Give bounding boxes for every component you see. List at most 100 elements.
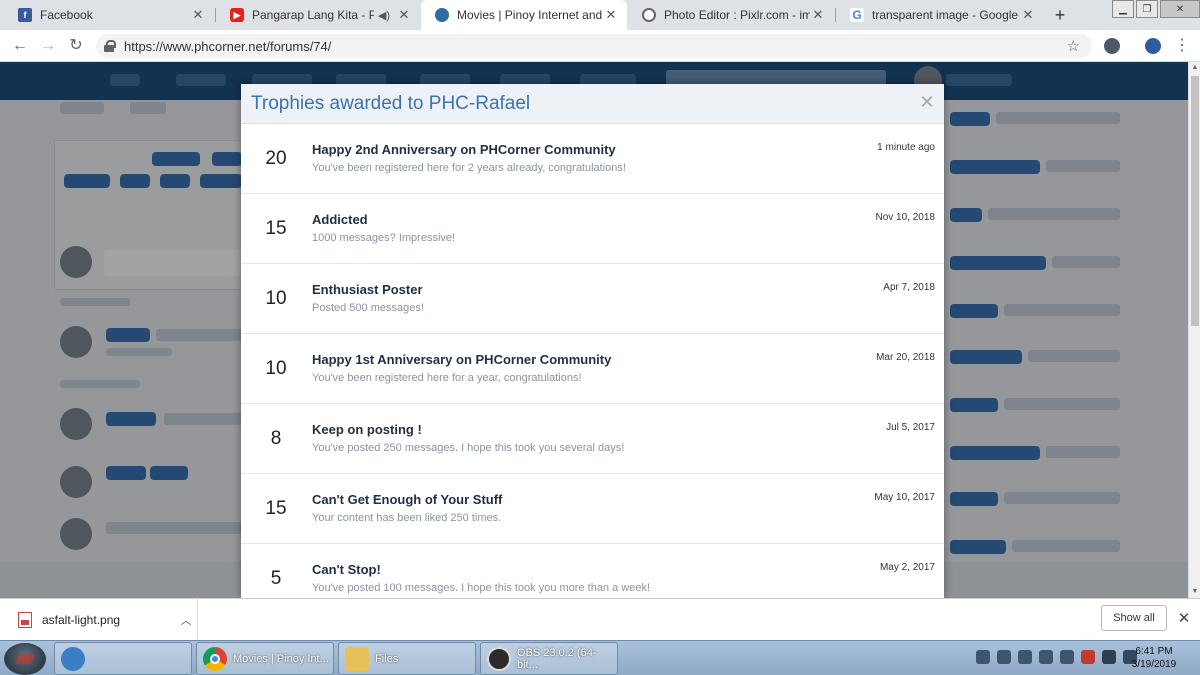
tab-youtube[interactable]: ▶ Pangarap Lang Kita - Paroky ◀) ✕ (216, 0, 420, 30)
trophy-title: Happy 1st Anniversary on PHCorner Commun… (312, 352, 612, 367)
download-file-name[interactable]: asfalt-light.png (42, 613, 175, 627)
tray-app-icon[interactable] (976, 650, 990, 664)
taskbar-button-obs[interactable]: OBS 23.0.2 (64-bit... (480, 642, 618, 675)
url-text[interactable]: https://www.phcorner.net/forums/74/ (124, 39, 331, 54)
trophy-title: Keep on posting ! (312, 422, 422, 437)
close-icon[interactable]: ✕ (1176, 609, 1192, 627)
scroll-down-icon[interactable]: ▼ (1189, 586, 1200, 598)
overlay-title: Trophies awarded to PHC-Rafael (251, 93, 531, 114)
image-file-icon (18, 612, 32, 628)
tab-title: transparent image - Google Sear (872, 8, 1020, 22)
menu-icon[interactable]: ⋮ (1172, 36, 1192, 56)
trophy-item: 10 Happy 1st Anniversary on PHCorner Com… (241, 334, 944, 404)
trophy-description: You've been registered here for a year, … (312, 372, 582, 384)
tab-strip: f Facebook ✕ ▶ Pangarap Lang Kita - Paro… (0, 0, 1200, 30)
taskbar-pinned-ie[interactable] (54, 642, 192, 675)
speaker-icon[interactable] (1102, 650, 1116, 664)
reload-icon[interactable]: ↻ (66, 36, 86, 56)
trophy-points: 20 (265, 148, 287, 169)
maximize-button[interactable]: ❐ (1136, 0, 1158, 18)
taskbar-clock[interactable]: 6:41 PM 3/19/2019 (1124, 645, 1184, 671)
trophy-description: Your content has been liked 250 times. (312, 512, 502, 524)
tray-app-icon[interactable] (1060, 650, 1074, 664)
tab-title: Pangarap Lang Kita - Paroky (252, 8, 374, 22)
trophy-description: Posted 500 messages! (312, 302, 424, 314)
browser-globe-icon (61, 646, 85, 671)
trophy-title: Addicted (312, 212, 368, 227)
trophy-description: 1000 messages? Impressive! (312, 232, 456, 244)
trophies-overlay: Trophies awarded to PHC-Rafael ✕ 20 Happ… (241, 84, 944, 598)
close-icon[interactable]: ✕ (396, 7, 412, 23)
tab-title: Facebook (40, 8, 93, 22)
lock-icon[interactable] (104, 40, 116, 52)
trophy-points: 5 (270, 568, 282, 589)
taskbar-button-files[interactable]: Files (338, 642, 476, 675)
pixlr-icon (642, 8, 656, 22)
trophy-description: You've posted 250 messages. I hope this … (312, 442, 625, 454)
start-button[interactable] (4, 643, 46, 675)
tab-title: Photo Editor : Pixlr.com - image (664, 8, 810, 22)
scrollbar-thumb[interactable] (1191, 76, 1199, 326)
trophy-item: 10 Enthusiast Poster Posted 500 messages… (241, 264, 944, 334)
facebook-icon: f (18, 8, 32, 22)
chevron-up-icon[interactable]: ︿ (175, 612, 197, 628)
clock-time: 6:41 PM (1135, 646, 1173, 657)
clock-date: 3/19/2019 (1131, 659, 1177, 670)
tray-app-icon[interactable] (1018, 650, 1032, 664)
close-icon[interactable]: ✕ (603, 7, 619, 23)
extension-icon[interactable] (1104, 38, 1120, 54)
close-icon[interactable]: ✕ (918, 92, 936, 113)
address-bar[interactable]: https://www.phcorner.net/forums/74/ ☆ (96, 34, 1092, 58)
back-icon[interactable]: ← (10, 36, 30, 56)
tray-app-icon[interactable] (1039, 650, 1053, 664)
trophy-date: May 10, 2017 (874, 492, 935, 503)
taskbar-button-chrome[interactable]: Movies | Pinoy Int... (196, 642, 334, 675)
trophy-item: 8 Keep on posting ! You've posted 250 me… (241, 404, 944, 474)
tab-facebook[interactable]: f Facebook ✕ (4, 0, 214, 30)
tab-phcorner-movies[interactable]: Movies | Pinoy Internet and Tech ✕ (421, 0, 627, 30)
tab-pixlr[interactable]: Photo Editor : Pixlr.com - image ✕ (628, 0, 834, 30)
window-controls: ▁ ❐ ✕ (1110, 0, 1200, 22)
system-tray (976, 650, 1144, 664)
download-item[interactable]: asfalt-light.png ︿ (0, 599, 198, 641)
page-scrollbar[interactable]: ▲ ▼ (1188, 62, 1200, 598)
windows-taskbar: Movies | Pinoy Int... Files OBS 23.0.2 (… (0, 640, 1200, 675)
new-tab-button[interactable]: + (1050, 5, 1070, 26)
trophy-title: Can't Stop! (312, 562, 381, 577)
trophy-date: Mar 20, 2018 (876, 352, 935, 363)
tab-google[interactable]: G transparent image - Google Sear ✕ (836, 0, 1044, 30)
scroll-up-icon[interactable]: ▲ (1189, 62, 1200, 74)
trophy-date: 1 minute ago (877, 142, 935, 153)
folder-icon (345, 646, 369, 671)
close-icon[interactable]: ✕ (190, 7, 206, 23)
taskbar-button-label: OBS 23.0.2 (64-bit... (517, 646, 597, 671)
trophy-date: May 2, 2017 (879, 562, 935, 573)
minimize-button[interactable]: ▁ (1112, 0, 1134, 18)
download-shelf: asfalt-light.png ︿ Show all ✕ (0, 598, 1200, 641)
show-all-button[interactable]: Show all (1101, 605, 1167, 631)
speaker-icon[interactable]: ◀) (378, 9, 390, 22)
trophy-date: Nov 10, 2018 (875, 212, 936, 223)
browser-toolbar: ← → ↻ https://www.phcorner.net/forums/74… (0, 30, 1200, 62)
forward-icon[interactable]: → (38, 36, 58, 56)
close-icon[interactable]: ✕ (1020, 7, 1036, 23)
trophy-points: 8 (270, 428, 282, 449)
bookmark-star-icon[interactable]: ☆ (1067, 37, 1080, 55)
taskbar-button-label: Movies | Pinoy Int... (233, 652, 329, 665)
phcorner-icon (435, 8, 449, 22)
trophy-description: You've posted 100 messages. I hope this … (312, 582, 651, 594)
extension-globe-icon[interactable] (1145, 38, 1161, 54)
close-window-button[interactable]: ✕ (1160, 0, 1200, 18)
close-icon[interactable]: ✕ (810, 7, 826, 23)
tray-app-icon[interactable] (997, 650, 1011, 664)
trophy-title: Can't Get Enough of Your Stuff (312, 492, 503, 507)
trophy-points: 10 (265, 288, 287, 309)
trophy-points: 10 (265, 358, 287, 379)
tray-app-icon[interactable] (1081, 650, 1095, 664)
taskbar-button-label: Files (375, 652, 399, 665)
youtube-icon: ▶ (230, 8, 244, 22)
trophy-item: 20 Happy 2nd Anniversary on PHCorner Com… (241, 124, 944, 194)
trophy-date: Jul 5, 2017 (886, 422, 935, 433)
google-icon: G (850, 8, 864, 22)
trophy-title: Happy 2nd Anniversary on PHCorner Commun… (312, 142, 616, 157)
